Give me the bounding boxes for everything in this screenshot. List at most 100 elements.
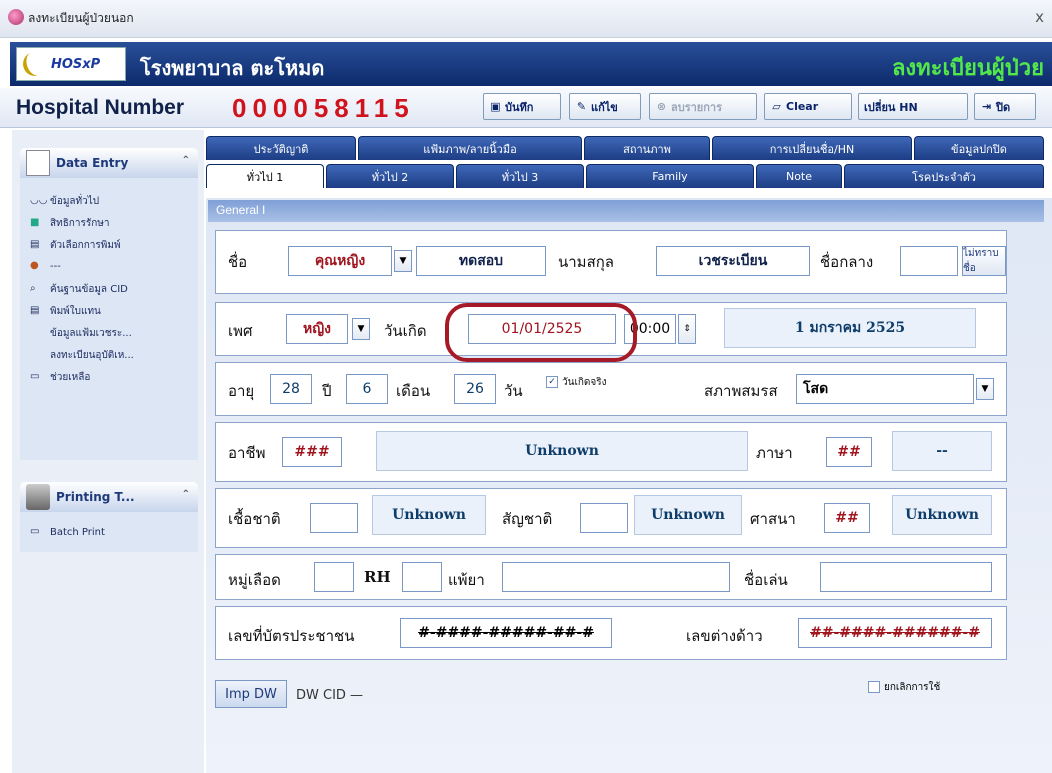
- eraser-icon: ▱: [772, 100, 781, 113]
- close-icon[interactable]: x: [1035, 8, 1044, 26]
- chevron-down-icon[interactable]: ▼: [352, 318, 370, 340]
- spin-icon[interactable]: ⇕: [678, 314, 696, 344]
- sidebar-item-print-options[interactable]: ▤ ตัวเลือกการพิมพ์: [30, 238, 121, 253]
- imp-dw-button[interactable]: Imp DW: [215, 680, 287, 708]
- sidebar-item-reprint[interactable]: ▤ พิมพ์ใบแทน: [30, 304, 101, 319]
- sidebar-item-separator[interactable]: ● ---: [30, 260, 61, 272]
- tab-note[interactable]: Note: [756, 164, 842, 188]
- allergy-input[interactable]: [502, 562, 730, 592]
- delete-button[interactable]: ⊗ ลบรายการ: [649, 93, 757, 120]
- top-tab-row: ประวัติญาติ แฟ้มภาพ/ลายนิ้วมือ สถานภาพ ก…: [206, 136, 1046, 160]
- sidebar-item-accident[interactable]: ลงทะเบียนอุบัติเห...: [50, 348, 134, 363]
- close-button[interactable]: ⇥ ปิด: [974, 93, 1036, 120]
- sidebar-item-batch-print[interactable]: ▭ Batch Print: [30, 526, 105, 538]
- chevron-down-icon[interactable]: ▼: [394, 250, 412, 272]
- nickname-input[interactable]: [820, 562, 992, 592]
- occupation-code-input[interactable]: ###: [282, 437, 342, 467]
- real-dob-label: วันเกิดจริง: [562, 377, 607, 388]
- real-dob-checkbox[interactable]: ✓: [546, 376, 558, 388]
- hn-toolbar: Hospital Number 000058115 ▣ บันทึก ✎ แก้ไข…: [0, 88, 1052, 128]
- tab-hidden[interactable]: ข้อมูลปกปิด: [914, 136, 1044, 160]
- years-unit: ปี: [322, 382, 332, 400]
- race-label: เชื้อชาติ: [228, 510, 281, 528]
- language-code-input[interactable]: ##: [826, 437, 872, 467]
- tab-family[interactable]: Family: [586, 164, 754, 188]
- tab-photos[interactable]: แฟ้มภาพ/ลายนิ้วมือ: [358, 136, 582, 160]
- religion-code-input[interactable]: ##: [824, 503, 870, 533]
- occupation-row: อาชีพ ### Unknown ภาษา ## --: [215, 422, 1007, 482]
- floppy-icon: ▣: [490, 100, 501, 113]
- data-entry-panel: ◡◡ ข้อมูลทั่วไป ■ สิทธิการรักษา ▤ ตัวเลือกก…: [20, 178, 198, 460]
- cid-row: เลขที่บัตรประชาชน #-####-#####-##-# เลขต…: [215, 606, 1007, 660]
- pencil-icon: ✎: [576, 100, 587, 113]
- tab-status[interactable]: สถานภาพ: [584, 136, 710, 160]
- sidebar-item-rights[interactable]: ■ สิทธิการรักษา: [30, 216, 109, 231]
- data-entry-header[interactable]: Data Entry ⌃: [20, 148, 198, 178]
- age-label: อายุ: [228, 382, 255, 400]
- section-title: ลงทะเบียนผู้ป่วย: [891, 55, 1044, 81]
- cancel-label: ยกเลิกการใช้: [884, 682, 941, 693]
- sidebar-item-record-file[interactable]: ข้อมูลแฟ้มเวชระ...: [50, 326, 132, 341]
- tab-general1[interactable]: ทั่วไป 1: [206, 164, 324, 188]
- months-value: 6: [346, 374, 388, 404]
- hospital-name: โรงพยาบาล ตะโหมด: [140, 56, 325, 80]
- surname-label: นามสกุล: [558, 253, 614, 271]
- clear-button[interactable]: ▱ Clear: [764, 93, 852, 120]
- dw-cid-label: DW CID —: [296, 688, 364, 703]
- tab-relatives[interactable]: ประวัติญาติ: [206, 136, 356, 160]
- religion-name: Unknown: [892, 495, 992, 535]
- printing-panel: ▭ Batch Print: [20, 512, 198, 552]
- hosxp-logo: HOSxP: [16, 47, 126, 81]
- printing-header[interactable]: Printing T... ⌃: [20, 482, 198, 512]
- middle-name-input[interactable]: [900, 246, 958, 276]
- change-hn-button[interactable]: เปลี่ยน HN: [858, 93, 968, 120]
- language-label: ภาษา: [756, 444, 793, 462]
- name-label: ชื่อ: [228, 253, 248, 271]
- batch-icon: ▭: [30, 526, 40, 537]
- printer-icon: ▤: [30, 239, 40, 250]
- unknown-name-button[interactable]: ไม่ทราบชื่อ: [962, 246, 1006, 276]
- nationality-label: สัญชาติ: [502, 510, 553, 528]
- tab-general3[interactable]: ทั่วไป 3: [456, 164, 584, 188]
- tab-diseases[interactable]: โรคประจำตัว: [844, 164, 1044, 188]
- blood-input[interactable]: [314, 562, 354, 592]
- foreign-input[interactable]: ##-####-######-#: [798, 618, 992, 648]
- bottom-tab-row: ทั่วไป 1 ทั่วไป 2 ทั่วไป 3 Family Note โ…: [206, 164, 1046, 188]
- hn-label: Hospital Number: [16, 96, 185, 119]
- blood-label: หมู่เลือด: [228, 571, 281, 589]
- delete-icon: ⊗: [656, 100, 667, 113]
- nickname-label: ชื่อเล่น: [744, 571, 788, 589]
- sidebar: Data Entry ⌃ ◡◡ ข้อมูลทั่วไป ■ สิทธิการรักษ…: [12, 130, 204, 773]
- sidebar-item-general[interactable]: ◡◡ ข้อมูลทั่วไป: [30, 194, 99, 209]
- chevron-down-icon[interactable]: ▼: [976, 378, 994, 400]
- cancel-checkbox[interactable]: [868, 681, 880, 693]
- nationality-code-input[interactable]: [580, 503, 628, 533]
- months-unit: เดือน: [396, 382, 431, 400]
- marital-select[interactable]: โสด: [796, 374, 974, 404]
- collapse-icon[interactable]: ⌃: [182, 489, 190, 500]
- people-icon: ●: [30, 260, 39, 271]
- cid-input[interactable]: #-####-#####-##-#: [400, 618, 612, 648]
- tab-general2[interactable]: ทั่วไป 2: [326, 164, 454, 188]
- glasses-icon: ◡◡: [30, 195, 48, 206]
- name-row: ชื่อ คุณหญิง ▼ ทดสอบ นามสกุล เวชระเบียน …: [215, 230, 1007, 294]
- rh-input[interactable]: [402, 562, 442, 592]
- sex-label: เพศ: [228, 322, 253, 340]
- foreign-label: เลขต่างด้าว: [686, 627, 763, 645]
- exit-icon: ⇥: [981, 100, 992, 113]
- prefix-select[interactable]: คุณหญิง: [288, 246, 392, 276]
- edit-button[interactable]: ✎ แก้ไข: [569, 93, 641, 120]
- window-titlebar: ลงทะเบียนผู้ป่วยนอก x: [0, 0, 1052, 38]
- tab-name-change[interactable]: การเปลี่ยนชื่อ/HN: [712, 136, 912, 160]
- days-value: 26: [454, 374, 496, 404]
- save-button[interactable]: ▣ บันทึก: [483, 93, 561, 120]
- sidebar-item-help[interactable]: ▭ ช่วยเหลือ: [30, 370, 90, 385]
- collapse-icon[interactable]: ⌃: [182, 155, 190, 166]
- sex-select[interactable]: หญิง: [286, 314, 348, 344]
- first-name-input[interactable]: ทดสอบ: [416, 246, 546, 276]
- surname-input[interactable]: เวชระเบียน: [656, 246, 810, 276]
- years-value: 28: [270, 374, 312, 404]
- occupation-label: อาชีพ: [228, 444, 266, 462]
- sidebar-item-cid-search[interactable]: ⌕ ค้นฐานข้อมูล CID: [30, 282, 128, 297]
- race-code-input[interactable]: [310, 503, 358, 533]
